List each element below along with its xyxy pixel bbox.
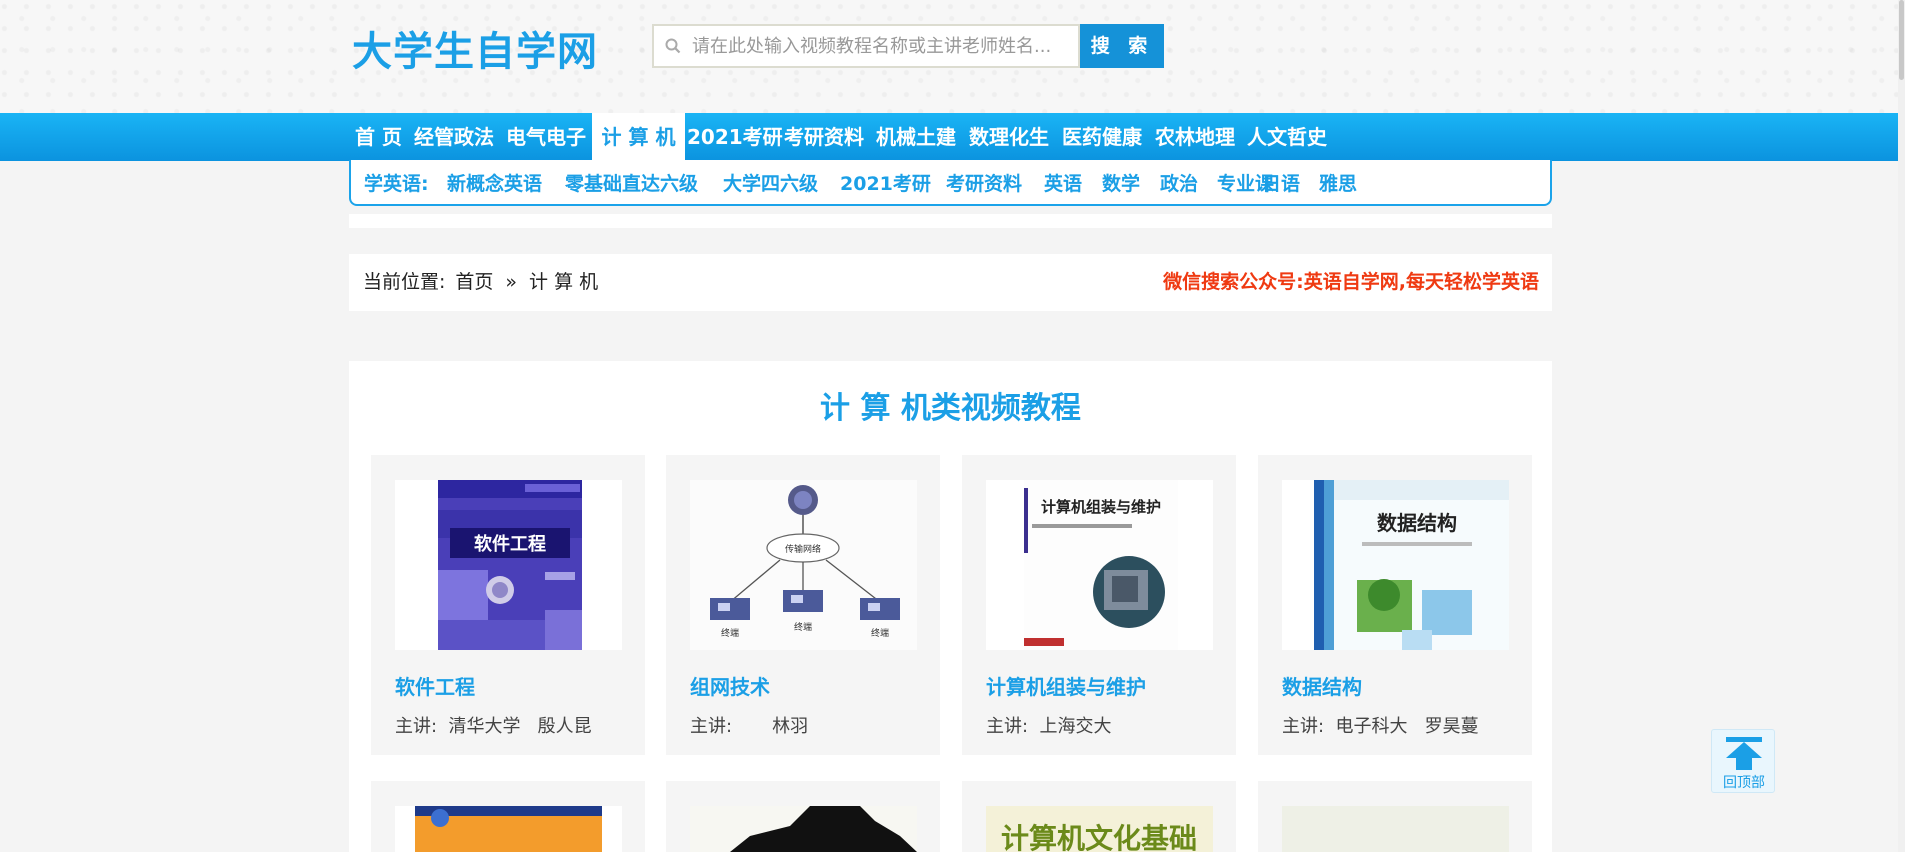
english-subnav: 学英语: 新概念英语 零基础直达六级 大学四六级 2021考研 考研资料 英语 … <box>349 160 1552 206</box>
course-cover[interactable] <box>690 806 917 852</box>
breadcrumb-current[interactable]: 计 算 机 <box>529 254 598 311</box>
nav-item-agriculture[interactable]: 农林地理 <box>1155 113 1235 161</box>
breadcrumb-bar: 当前位置: 首页 » 计 算 机 微信搜索公众号:英语自学网,每天轻松学英语 <box>349 254 1552 311</box>
site-logo[interactable]: 大学生自学网 <box>352 25 598 79</box>
book-cover-image: 数据结构 <box>1282 480 1509 650</box>
subnav-item-japanese[interactable]: 日语 <box>1262 171 1300 197</box>
nav-item-mechanical-civil[interactable]: 机械土建 <box>876 113 956 161</box>
search-button[interactable]: 搜 索 <box>1080 24 1164 68</box>
breadcrumb-home[interactable]: 首页 <box>455 254 493 311</box>
breadcrumb-separator: » <box>505 271 518 293</box>
nav-item-humanities[interactable]: 人文哲史 <box>1247 113 1327 161</box>
course-card[interactable]: 计算机组装与维护 计算机组装与维护 主讲: 上海交大 <box>962 455 1236 755</box>
course-card[interactable] <box>1258 781 1532 852</box>
node-label: 终端 <box>721 627 739 639</box>
course-cover[interactable]: 传输网络 终端 终端 终端 <box>690 480 917 650</box>
course-panel: 计 算 机类视频教程 软件工程 软件工程 主讲: 清华大学 殷人昆 传输网络 终… <box>349 361 1552 852</box>
subnav-label: 学英语: <box>364 173 429 195</box>
course-cover[interactable]: 计算机文化基础 <box>986 806 1213 852</box>
divider-strip <box>349 214 1552 228</box>
node-label: 终端 <box>871 627 889 639</box>
cover-title: 数据结构 <box>1377 511 1457 535</box>
nav-item-economics-law[interactable]: 经管政法 <box>414 113 494 161</box>
course-lecturer: 主讲: 电子科大 罗昊蔓 <box>1282 716 1479 737</box>
nav-item-home[interactable]: 首 页 <box>355 113 402 161</box>
subnav-item-politics[interactable]: 政治 <box>1160 171 1198 197</box>
cover-title: 计算机组装与维护 <box>1041 498 1161 516</box>
breadcrumb-prefix: 当前位置: <box>363 271 446 293</box>
scrollbar-thumb[interactable] <box>1899 0 1904 80</box>
subnav-item-new-concept[interactable]: 新概念英语 <box>447 171 542 197</box>
search-input[interactable] <box>692 26 1072 66</box>
course-title[interactable]: 组网技术 <box>690 671 770 700</box>
arrow-up-icon <box>1726 737 1762 770</box>
course-title[interactable]: 计算机组装与维护 <box>986 671 1146 700</box>
subnav-item-cet46[interactable]: 大学四六级 <box>723 171 818 197</box>
course-card[interactable]: 数据结构 数据结构 主讲: 电子科大 罗昊蔓 <box>1258 455 1532 755</box>
nav-item-computer[interactable]: 计 算 机 <box>592 113 685 161</box>
course-lecturer: 主讲: 林羽 <box>690 716 809 737</box>
course-card[interactable] <box>666 781 940 852</box>
book-cover-image: 软件工程 <box>395 480 622 650</box>
search-box[interactable] <box>652 24 1080 68</box>
search-icon <box>665 38 681 54</box>
course-cover[interactable]: 计算机组装与维护 <box>986 480 1213 650</box>
back-to-top-button[interactable]: 回顶部 <box>1711 729 1775 793</box>
course-cover[interactable]: 数据结构 <box>1282 480 1509 650</box>
course-title[interactable]: 软件工程 <box>395 671 475 700</box>
course-cover[interactable]: 软件工程 <box>395 480 622 650</box>
nav-item-electrical[interactable]: 电气电子 <box>506 113 586 161</box>
course-lecturer: 主讲: 上海交大 <box>986 716 1112 737</box>
breadcrumb: 当前位置: 首页 » 计 算 机 <box>363 254 598 311</box>
subnav-item-math[interactable]: 数学 <box>1102 171 1140 197</box>
network-diagram-image: 传输网络 终端 终端 终端 <box>690 480 917 650</box>
course-card[interactable]: 计算机文化基础 <box>962 781 1236 852</box>
course-cover[interactable] <box>395 806 622 852</box>
course-card[interactable] <box>371 781 645 852</box>
section-title: 计 算 机类视频教程 <box>820 391 1081 426</box>
course-lecturer: 主讲: 清华大学 殷人昆 <box>395 716 592 737</box>
nav-item-2021-kaoyan[interactable]: 2021考研 <box>687 113 783 161</box>
cloud-label: 传输网络 <box>785 543 821 555</box>
page-scrollbar[interactable] <box>1898 0 1905 852</box>
subnav-item-ielts[interactable]: 雅思 <box>1319 171 1357 197</box>
course-title[interactable]: 数据结构 <box>1282 671 1362 700</box>
book-cover-image <box>415 806 602 852</box>
cover-title: 计算机文化基础 <box>1001 822 1197 852</box>
nav-item-science[interactable]: 数理化生 <box>969 113 1049 161</box>
book-cover-image <box>690 806 917 852</box>
wechat-tip: 微信搜索公众号:英语自学网,每天轻松学英语 <box>1163 271 1539 293</box>
nav-item-kaoyan-materials[interactable]: 考研资料 <box>784 113 864 161</box>
course-card[interactable]: 软件工程 软件工程 主讲: 清华大学 殷人昆 <box>371 455 645 755</box>
subnav-item-2021-kaoyan[interactable]: 2021考研 <box>840 171 931 197</box>
book-cover-image: 计算机文化基础 <box>986 806 1213 852</box>
header: 大学生自学网 搜 索 <box>0 0 1905 113</box>
main-nav: 首 页 经管政法 电气电子 计 算 机 2021考研 考研资料 机械土建 数理化… <box>0 113 1905 161</box>
subnav-item-english[interactable]: 英语 <box>1044 171 1082 197</box>
book-cover-image: 计算机组装与维护 <box>986 480 1213 650</box>
course-cover[interactable] <box>1282 806 1509 852</box>
cover-title: 软件工程 <box>474 533 546 555</box>
node-label: 终端 <box>794 621 812 633</box>
subnav-item-cet6-basic[interactable]: 零基础直达六级 <box>565 171 698 197</box>
subnav-item-kaoyan-materials[interactable]: 考研资料 <box>946 171 1022 197</box>
nav-item-medicine[interactable]: 医药健康 <box>1062 113 1142 161</box>
course-card[interactable]: 传输网络 终端 终端 终端 组网技术 主讲: 林羽 <box>666 455 940 755</box>
back-to-top-label: 回顶部 <box>1723 775 1765 791</box>
